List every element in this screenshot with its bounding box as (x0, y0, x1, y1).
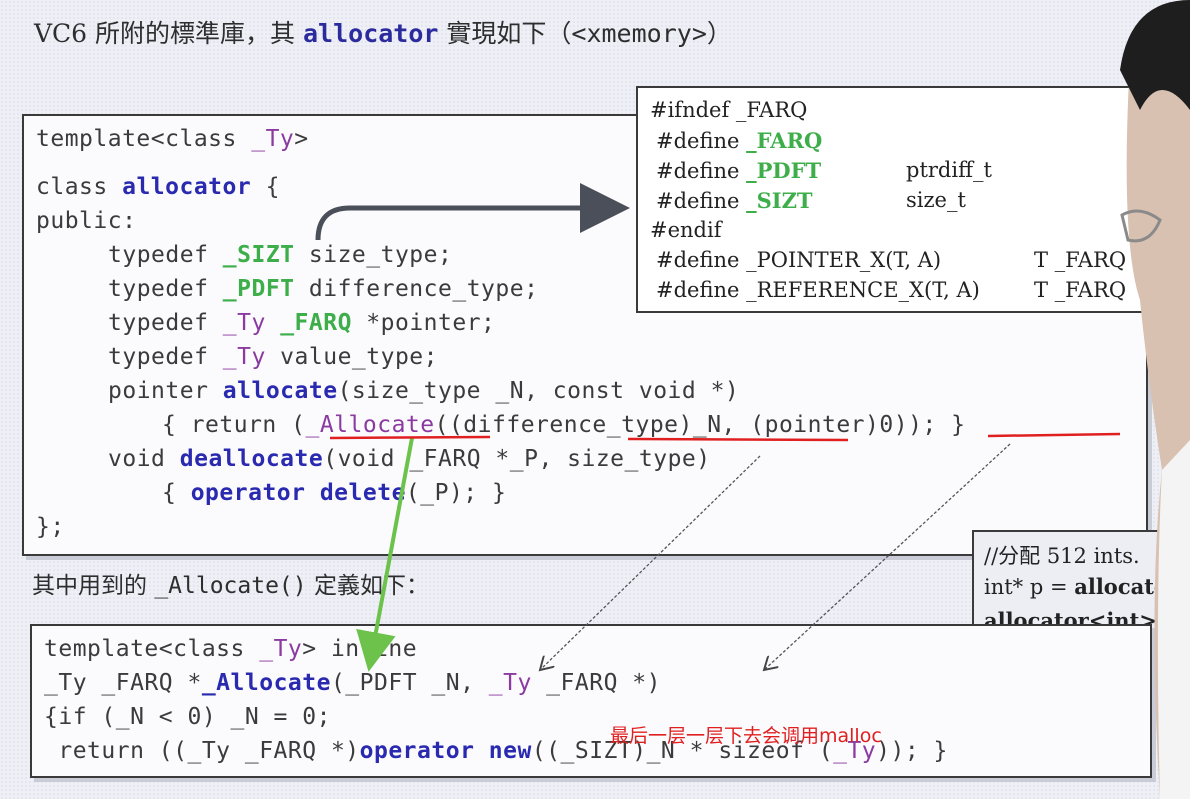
code-line-2: class allocator { (36, 174, 280, 200)
code-macro: _FARQ (280, 310, 352, 336)
define-macro: _FARQ (746, 128, 823, 153)
code-macro: _PDFT (222, 276, 295, 302)
code-function: _Allocate (201, 670, 331, 696)
define-line-6: #define _POINTER_X(T, A) (656, 248, 942, 272)
slide-title: VC6 所附的標準庫，其 allocator 實現如下（<xmemory>） (34, 14, 732, 50)
title-text-suffix: ） (706, 19, 732, 48)
section-caption: 其中用到的 _Allocate() 定義如下： (32, 566, 429, 600)
code-keyword: deallocate (179, 446, 324, 472)
code-text: class (36, 174, 123, 200)
title-text-mid: 實現如下（ (438, 19, 572, 48)
code-line-12: }; (36, 514, 65, 540)
code-text: (size_type _N, const void *) (337, 378, 740, 404)
code-text: { (162, 480, 191, 506)
caption-text: 其中用到的 (32, 573, 155, 599)
code-type: _Ty (222, 310, 266, 336)
caption-text: 定義如下： (306, 573, 429, 599)
code-keyword: operator new (359, 738, 532, 764)
title-keyword: allocator (302, 19, 439, 48)
code-line-4: typedef _SIZT size_type; (108, 242, 452, 268)
code-line-3: public: (36, 208, 137, 234)
code-text: typedef (108, 310, 223, 336)
presenter-silhouette (1120, 0, 1190, 799)
code-text: > (294, 126, 309, 152)
define-value: size_t (906, 188, 966, 212)
code-text: typedef (108, 242, 223, 268)
code-text: typedef (108, 344, 223, 370)
code-function: _Allocate (305, 412, 435, 438)
code-type: _Ty (488, 670, 532, 696)
code-type: _Ty (222, 344, 266, 370)
define-line-4: #define _SIZT (656, 188, 813, 213)
code-keyword: allocate (222, 378, 338, 404)
allocate-code-block: template<class _Ty> inline _Ty _FARQ *_A… (30, 624, 1152, 778)
bottom-line-3: {if (_N < 0) _N = 0; (44, 704, 331, 730)
code-line-11: { operator delete(_P); } (162, 480, 506, 506)
comment-text: int* p = (984, 575, 1075, 599)
code-text: value_type; (265, 344, 438, 370)
code-text: )); } (876, 738, 948, 764)
code-line-6: typedef _Ty _FARQ *pointer; (108, 310, 495, 336)
define-line-3: #define _PDFT (656, 158, 821, 183)
define-value: ptrdiff_t (906, 158, 992, 182)
code-text: (_P); } (405, 480, 507, 506)
code-keyword: operator delete (190, 480, 406, 506)
code-text: > inline (302, 636, 418, 662)
code-macro: _SIZT (222, 242, 295, 268)
code-text: _Ty _FARQ * (44, 670, 202, 696)
bottom-line-2: _Ty _FARQ *_Allocate(_PDFT _N, _Ty _FARQ… (44, 670, 661, 696)
define-text: #define (656, 189, 747, 213)
code-line-7: typedef _Ty value_type; (108, 344, 438, 370)
define-macro: _PDFT (746, 158, 822, 183)
define-line-7: #define _REFERENCE_X(T, A) (656, 278, 980, 302)
code-text: typedef (108, 276, 223, 302)
code-text: ((difference_type)_N, (pointer)0)); } (434, 412, 966, 438)
code-text: _FARQ *) (531, 670, 661, 696)
code-text: { return ( (162, 412, 306, 438)
code-text: void (108, 446, 180, 472)
code-line-8: pointer allocate(size_type _N, const voi… (108, 378, 739, 404)
code-line-5: typedef _PDFT difference_type; (108, 276, 538, 302)
code-text: (_PDFT _N, (330, 670, 489, 696)
code-text: *pointer; (351, 310, 496, 336)
code-text: difference_type; (294, 276, 539, 302)
code-text: (void _FARQ *_P, size_type) (323, 446, 711, 472)
define-text: #define (656, 159, 747, 183)
code-text: template<class (44, 636, 260, 662)
annotation-note: 最后一层一层下去会调用malloc (610, 725, 882, 747)
define-line-1: #ifndef _FARQ (650, 98, 808, 122)
code-text: template<class (36, 126, 252, 152)
bottom-line-1: template<class _Ty> inline (44, 636, 417, 662)
code-keyword: allocator (122, 174, 252, 200)
define-text: #define (656, 129, 747, 153)
define-macro: _SIZT (746, 188, 813, 213)
code-line-1: template<class _Ty> (36, 126, 309, 152)
code-text: return ((_Ty _FARQ *) (44, 738, 360, 764)
code-text: { (251, 174, 280, 200)
code-line-9: { return (_Allocate((difference_type)_N,… (162, 412, 965, 438)
define-line-5: #endif (650, 218, 722, 242)
code-type: _Ty (251, 126, 295, 152)
defines-callout: #ifndef _FARQ #define _FARQ #define _PDF… (636, 86, 1170, 313)
code-line-10: void deallocate(void _FARQ *_P, size_typ… (108, 446, 711, 472)
presenter-photo (1100, 0, 1190, 799)
title-text: VC6 所附的標準庫，其 (34, 19, 303, 48)
code-type: _Ty (259, 636, 303, 662)
caption-function: _Allocate() (154, 573, 307, 599)
code-text: size_type; (294, 242, 453, 268)
define-line-2: #define _FARQ (656, 128, 822, 153)
code-text: pointer (108, 378, 223, 404)
title-file: <xmemory> (571, 19, 707, 48)
